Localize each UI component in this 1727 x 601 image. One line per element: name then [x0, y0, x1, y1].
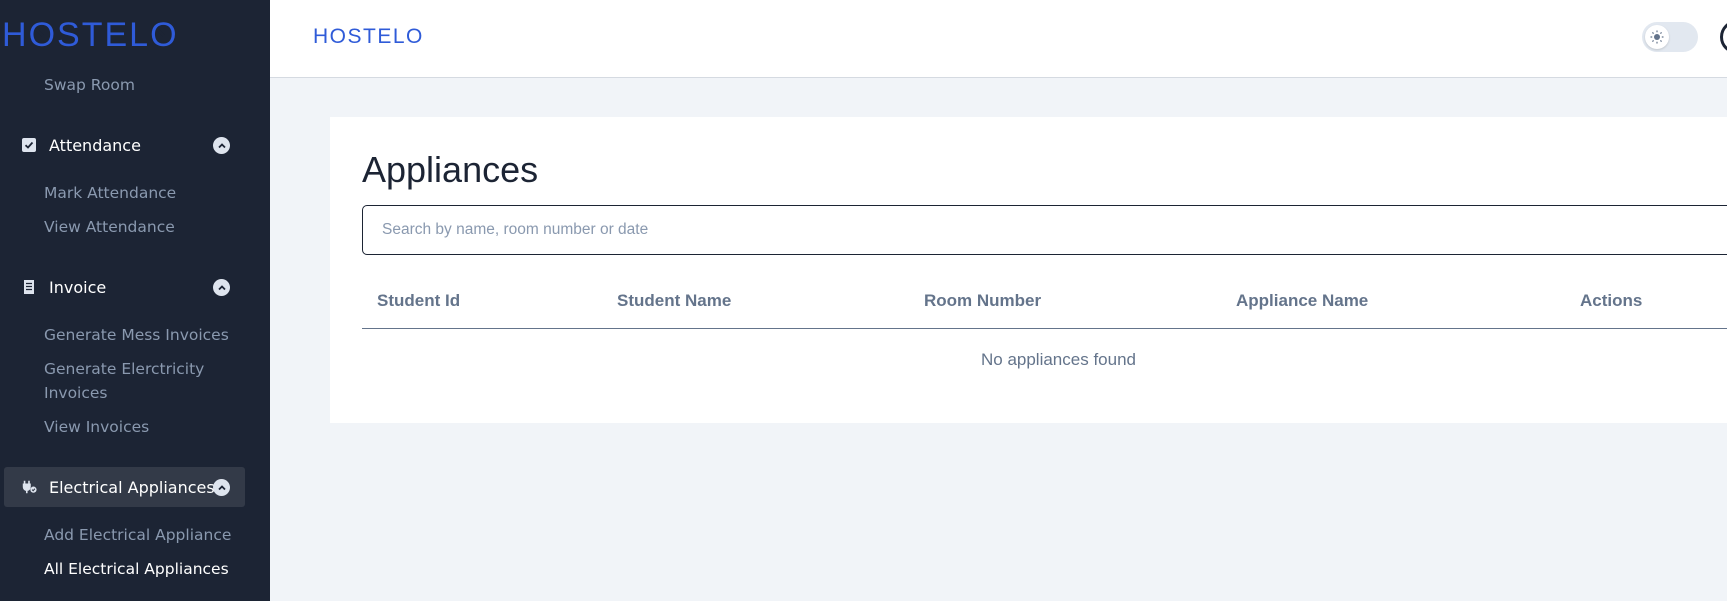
column-header-actions: Actions: [1580, 291, 1643, 310]
sidebar-item-view-attendance[interactable]: View Attendance: [44, 218, 175, 236]
top-header: HOSTELO: [270, 0, 1727, 78]
column-header-room-number[interactable]: Room Number: [924, 291, 1041, 311]
sidebar-logo[interactable]: HO STELO: [2, 16, 179, 55]
sidebar-group-electrical-appliances[interactable]: Electrical Appliances: [4, 467, 245, 507]
search-input[interactable]: [362, 205, 1727, 255]
logo-o: O: [28, 16, 58, 54]
sidebar-group-invoice[interactable]: Invoice: [4, 267, 245, 307]
logo-o-end: O: [150, 16, 179, 54]
sun-icon: [1645, 25, 1669, 49]
sidebar-group-label: Invoice: [49, 277, 107, 297]
column-header-student-name[interactable]: Student Name: [617, 291, 731, 311]
column-header-student-id[interactable]: Student Id: [377, 291, 460, 311]
sidebar-item-generate-electricity-invoices[interactable]: Generate Elerctricity: [44, 360, 204, 378]
chevron-up-icon[interactable]: [213, 279, 230, 296]
theme-toggle[interactable]: [1642, 22, 1698, 52]
plug-icon: [21, 479, 37, 495]
chevron-up-icon[interactable]: [213, 137, 230, 154]
header-brand[interactable]: HOSTELO: [313, 25, 424, 49]
page-title: Appliances: [362, 149, 539, 190]
sidebar-item-generate-electricity-invoices-line2[interactable]: Invoices: [44, 384, 108, 402]
column-header-appliance-name[interactable]: Appliance Name: [1236, 291, 1368, 311]
sidebar-item-add-electrical-appliance[interactable]: Add Electrical Appliance: [44, 526, 231, 544]
sidebar-item-swap-room[interactable]: Swap Room: [44, 76, 135, 94]
receipt-icon: [21, 279, 37, 295]
sidebar-group-attendance[interactable]: Attendance: [4, 125, 245, 165]
appliances-card: Appliances Student Id Student Name Room …: [330, 117, 1727, 423]
empty-state-message: No appliances found: [980, 350, 1136, 369]
sidebar-item-mark-attendance[interactable]: Mark Attendance: [44, 184, 176, 202]
sidebar-group-label: Attendance: [49, 135, 141, 155]
sidebar-item-view-invoices[interactable]: View Invoices: [44, 418, 149, 436]
sidebar-item-generate-mess-invoices[interactable]: Generate Mess Invoices: [44, 326, 229, 344]
table-header: Student Id Student Name Room Number Appl…: [362, 279, 1727, 329]
sidebar: HO STELO Swap Room Attendance Mark Attend…: [0, 0, 270, 601]
chevron-up-icon[interactable]: [213, 479, 230, 496]
checkbox-icon: [21, 137, 37, 153]
sidebar-group-label: Electrical Appliances: [49, 477, 215, 497]
sidebar-item-all-electrical-appliances[interactable]: All Electrical Appliances: [44, 560, 229, 578]
user-avatar[interactable]: [1720, 20, 1727, 54]
